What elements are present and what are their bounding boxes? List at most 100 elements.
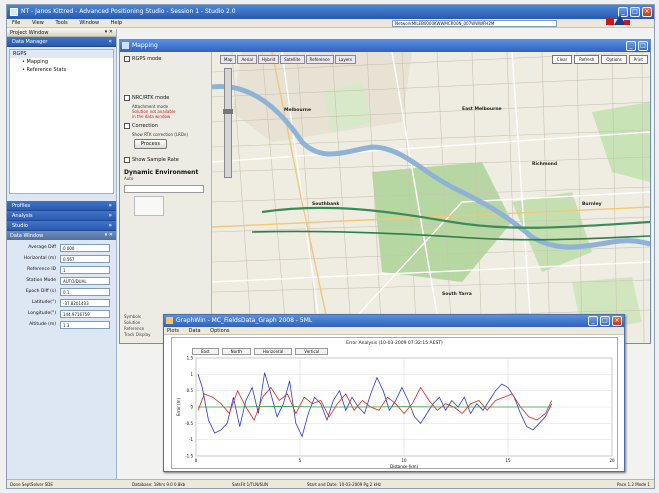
options-button[interactable]: Options [601,55,627,64]
property-value[interactable]: 144.9716759 [60,310,110,318]
street-map[interactable] [212,52,650,343]
zoom-slider-handle[interactable] [223,109,233,114]
property-row: Horizontal (m) 0.567 [9,254,114,265]
graph-window: GraphWin - MC_FieldsData_Graph 2008 - 5M… [163,314,625,472]
maximize-button[interactable]: □ [638,41,648,51]
property-value[interactable]: 1.3 [60,321,110,329]
process-button[interactable]: Process [134,139,167,149]
menu-tools[interactable]: Tools [50,19,72,27]
clear-button[interactable]: Clear [551,55,573,64]
address-field[interactable]: NetworkMILEB0000KWWMCR00N_007WWWFH2M [392,20,557,27]
section-profiles[interactable]: Profiles » [7,201,116,211]
tab-reference[interactable]: Reference [305,55,334,64]
chevron-up-icon: « [108,38,112,45]
zoom-slider[interactable] [223,68,233,178]
property-value[interactable]: 0.567 [60,255,110,263]
tab-hybrid[interactable]: Hybrid [257,55,280,64]
menu-window[interactable]: Window [74,19,104,27]
error-chart[interactable]: 1.510.50-0.5-1-1.50 5 10 15 20Distance (km)E… [172,338,619,470]
correction-option[interactable]: Correction [124,123,207,129]
property-value[interactable]: 0.000 [60,244,110,252]
tab-satellite[interactable]: Satellite [280,55,305,64]
place-label: Southbank [312,202,340,207]
y-tick-label: 1.5 [187,356,194,361]
menu-options[interactable]: Options [210,328,229,334]
x-tick-label: 0 [195,458,198,463]
rgps-mode-option[interactable]: RGPS mode [124,56,207,62]
property-label: Longitude(°) [27,311,56,316]
graph-menu-bar: Plots Data Options [164,327,624,335]
map-window-icon [122,42,129,49]
legend-item[interactable]: East [192,348,219,355]
window-title: NT - Janos Kittred - Advanced Positionin… [21,8,236,15]
tab-layers[interactable]: Layers [334,55,356,64]
menu-file[interactable]: File [7,19,25,27]
property-list: Average Diff 0.000 Horizontal (m) 0.567 Re… [7,240,116,334]
section-analysis[interactable]: Analysis » [7,211,116,221]
property-value[interactable]: AUTO/DUAL [60,277,110,285]
y-tick-label: 0.5 [187,388,194,393]
legend-item[interactable]: Vertical [295,348,329,355]
legend-item[interactable]: Horizontal [253,348,293,355]
property-row: Station Mode AUTO/DUAL [9,276,114,287]
section-data-manager[interactable]: Data Manager « [7,37,116,47]
tree-root[interactable]: RGPS [10,50,113,58]
menu-data[interactable]: Data [189,328,201,334]
mapping-window-title: Mapping [132,42,158,49]
chevron-down-icon: » [108,202,112,209]
correction-label: Correction [132,123,158,129]
print-button[interactable]: Print [628,55,648,64]
map-view[interactable]: Melbourne Southbank East Melbourne Richm… [212,52,650,343]
section-profiles-label: Profiles [12,203,31,209]
status-sats: SatsFit 1/TLN/6UN [232,482,268,487]
checkbox[interactable] [124,95,130,101]
dynamic-environment-heading: Dynamic Environment [124,169,199,176]
checkbox[interactable] [124,123,130,129]
tree-item-mapping-label: Mapping [26,59,49,65]
minimize-button[interactable]: _ [588,316,598,326]
solution-warning: Solution not available in the data windo… [132,109,176,119]
tree-item-mapping[interactable]: • Mapping [10,58,113,66]
checkbox[interactable] [124,56,130,62]
checkbox[interactable] [124,157,130,163]
refresh-button[interactable]: Refresh [574,55,600,64]
property-row: Average Diff 0.000 [9,243,114,254]
property-value[interactable]: 0.1 [60,288,110,296]
menu-help[interactable]: Help [106,19,127,27]
legend-item[interactable]: North [221,348,251,355]
project-pane-header: Project Window ▾ ✕ [7,29,116,37]
status-left: Done SeptSolver SDE [10,482,53,487]
tree-item-reference[interactable]: • Reference Stats [10,66,113,74]
left-panel: Project Window ▾ ✕ Data Manager « RGPS •… [7,29,117,484]
section-data-manager-label: Data Manager [12,39,48,45]
pin-icon[interactable]: ▾ ✕ [105,232,113,238]
property-value[interactable]: 1 [60,266,110,274]
menu-view[interactable]: View [27,19,49,27]
close-button[interactable]: × [612,316,622,326]
title-bar: NT - Janos Kittred - Advanced Positionin… [7,5,654,19]
environment-field[interactable] [124,185,204,193]
tab-map[interactable]: Map [220,55,237,64]
property-value[interactable]: -37.8201433 [60,299,110,307]
y-tick-label: -0.5 [185,421,193,426]
tab-aerial[interactable]: Aerial [237,55,257,64]
minimize-button[interactable]: _ [626,41,636,51]
plot-area[interactable]: 1.5 1 0.5 0 -0.5 -1 -1.5 0 5 10 15 20 Distance (km) E… [171,337,618,469]
pin-icon[interactable]: ▾ ✕ [105,29,113,35]
menu-plots[interactable]: Plots [167,328,179,334]
app-icon [10,8,18,16]
section-studio[interactable]: Studio » [7,221,116,231]
sample-rate-option[interactable]: Show Sample Rate [124,157,207,163]
close-button[interactable]: × [642,7,652,17]
x-tick-label: 20 [609,458,615,463]
y-tick-label: -1.5 [185,454,193,459]
property-label: Altitude (m) [29,322,56,327]
project-tree: RGPS • Mapping • Reference Stats [9,49,114,194]
property-label: Station Mode [26,278,56,283]
place-label: Burnley [582,202,602,207]
x-tick-label: 15 [505,458,511,463]
rtk-mode-option[interactable]: NRC/RTK mode [124,95,207,101]
status-start-date: Start and Date: 10-03-2009 Pg 2 kHz [307,482,381,487]
maximize-button[interactable]: □ [600,316,610,326]
mapping-window: Mapping _ □ RGPS mode NRC/RTK mode Attac… [119,39,651,344]
